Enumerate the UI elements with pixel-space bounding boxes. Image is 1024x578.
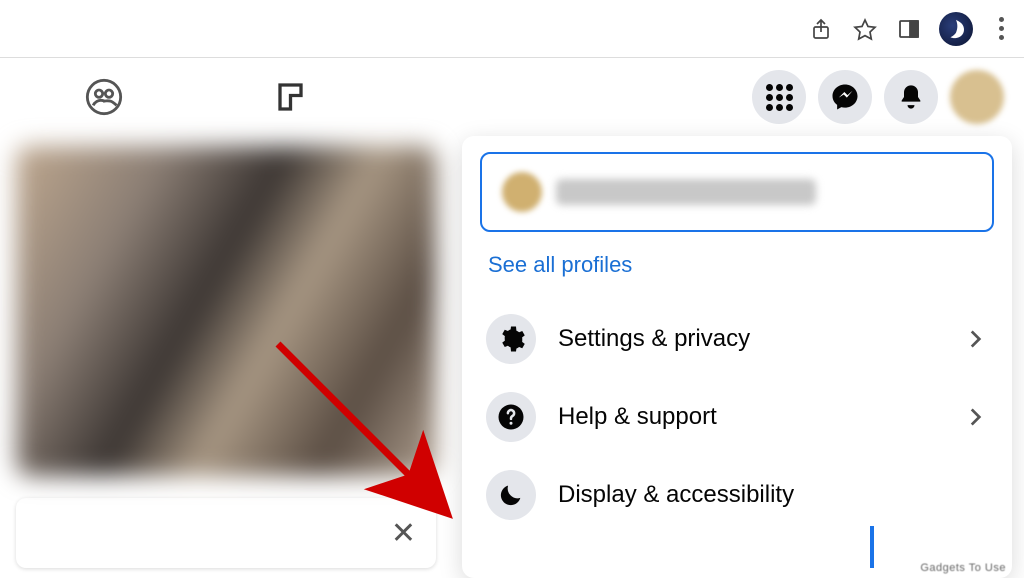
messenger-button[interactable] xyxy=(818,70,872,124)
watermark: Gadgets To Use xyxy=(920,562,1006,574)
dismissible-card: ✕ xyxy=(16,498,436,568)
profile-avatar xyxy=(502,172,542,212)
chevron-right-icon xyxy=(962,326,988,352)
account-avatar[interactable] xyxy=(950,70,1004,124)
left-column: ✕ xyxy=(0,136,440,578)
moon-icon xyxy=(486,470,536,520)
help-icon xyxy=(486,392,536,442)
account-dropdown: See all profiles Settings & privacy Help… xyxy=(462,136,1012,578)
kebab-menu-icon[interactable] xyxy=(989,11,1014,46)
browser-profile-icon[interactable] xyxy=(939,12,973,46)
star-icon[interactable] xyxy=(851,15,879,43)
menu-item-label: Help & support xyxy=(558,403,940,431)
notifications-button[interactable] xyxy=(884,70,938,124)
browser-toolbar xyxy=(0,0,1024,58)
messenger-icon xyxy=(830,82,860,112)
chevron-right-icon xyxy=(962,404,988,430)
text-caret xyxy=(870,526,874,568)
groups-tab[interactable] xyxy=(80,73,128,121)
gaming-tab[interactable] xyxy=(268,73,316,121)
profile-switcher-card[interactable] xyxy=(480,152,994,232)
share-icon[interactable] xyxy=(807,15,835,43)
side-panel-icon[interactable] xyxy=(895,15,923,43)
facebook-top-nav xyxy=(0,58,1024,136)
close-icon[interactable]: ✕ xyxy=(391,516,416,551)
menu-item-settings-privacy[interactable]: Settings & privacy xyxy=(480,300,994,378)
menu-grid-icon xyxy=(766,84,793,111)
stories-strip[interactable] xyxy=(16,146,436,476)
menu-grid-button[interactable] xyxy=(752,70,806,124)
see-all-profiles-link[interactable]: See all profiles xyxy=(480,232,994,300)
menu-item-help-support[interactable]: Help & support xyxy=(480,378,994,456)
profile-name xyxy=(556,179,816,205)
gear-icon xyxy=(486,314,536,364)
menu-item-label: Settings & privacy xyxy=(558,325,940,353)
menu-item-label: Display & accessibility xyxy=(558,481,988,509)
bell-icon xyxy=(897,83,925,111)
main-area: ✕ See all profiles Settings & privacy He… xyxy=(0,136,1024,578)
menu-item-display-accessibility[interactable]: Display & accessibility xyxy=(480,456,994,534)
